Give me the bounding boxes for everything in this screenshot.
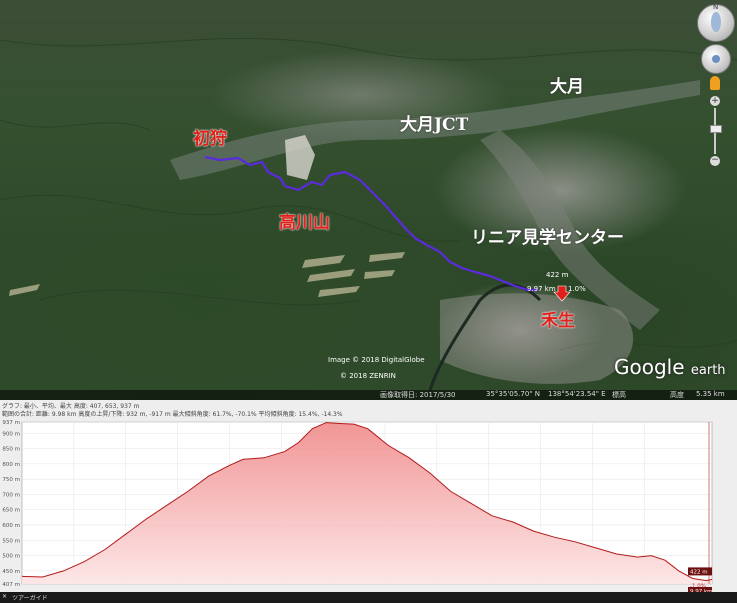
close-icon[interactable]: ✕: [2, 593, 7, 600]
map-overlay: [0, 37, 737, 391]
status-longitude: 138°54'23.54" E: [548, 390, 606, 398]
map-status-bar: 画像取得日: 2017/5/30 35°35'05.70" N 138°54'2…: [0, 390, 737, 400]
move-center-icon: [712, 55, 720, 63]
elevation-chart[interactable]: 937 m 900 m 850 m 800 m 750 m 700 m 650 m 600 m…: [0, 418, 737, 592]
y-tick-label: 850 m: [2, 447, 20, 453]
y-tick-label: 937 m: [2, 420, 20, 426]
label-hatsukari: 初狩: [193, 129, 227, 149]
y-tick-label: 500 m: [2, 554, 20, 560]
google-earth-logo: Google earth: [614, 355, 726, 379]
y-tick-label: 900 m: [2, 431, 20, 437]
profile-bottom-bar: ✕ ツアーガイド: [0, 592, 737, 603]
profile-header-range: 範囲の合計: 距離: 9.98 km 高度の上昇/下降: 932 m, -917…: [2, 411, 343, 418]
status-altitude: 5.35 km: [696, 390, 725, 398]
compass-north-letter: N: [713, 3, 719, 11]
y-tick-label: 450 m: [2, 569, 20, 575]
label-kasei: 禾生: [541, 311, 575, 331]
label-otsuki-jct: 大月JCT: [400, 115, 469, 135]
route-marker-distance: 9.97 km: [527, 285, 556, 293]
look-around-control[interactable]: N: [697, 3, 735, 42]
label-otsuki: 大月: [550, 77, 584, 97]
terraced-area: [9, 252, 405, 297]
tour-guide-label[interactable]: ツアーガイド: [12, 593, 48, 602]
status-elevation-label: 標高: [612, 391, 626, 399]
status-latitude: 35°35'05.70" N: [486, 390, 540, 398]
move-control[interactable]: [701, 44, 731, 74]
y-tick-label: 650 m: [2, 508, 20, 514]
route-marker-elevation: 422 m: [546, 271, 569, 279]
end-marker-elevation: 422 m: [690, 569, 708, 575]
y-tick-label: 700 m: [2, 492, 20, 498]
label-linear-center: リニア見学センター: [471, 228, 624, 248]
y-tick-label: 550 m: [2, 538, 20, 544]
attribution-map: © 2018 ZENRIN: [340, 372, 396, 380]
y-tick-label: 407 m: [2, 582, 20, 588]
route-marker-grade: 1.0%: [568, 285, 586, 293]
zoom-slider-thumb[interactable]: [710, 125, 722, 133]
zoom-out-button[interactable]: −: [710, 156, 720, 166]
status-imagery-date: 画像取得日: 2017/5/30: [380, 391, 456, 399]
y-tick-label: 600 m: [2, 523, 20, 529]
attribution-imagery: Image © 2018 DigitalGlobe: [328, 356, 425, 364]
status-altitude-label: 高度: [670, 391, 684, 399]
y-tick-label: 750 m: [2, 477, 20, 483]
compass-eye-icon: [711, 12, 721, 32]
street-view-pegman-icon[interactable]: [710, 76, 720, 90]
elevation-profile-panel: グラフ: 最小、平均、最大 高度: 407, 653, 937 m 範囲の合計:…: [0, 400, 737, 603]
label-takagawasan: 高川山: [279, 213, 330, 233]
y-tick-label: 800 m: [2, 462, 20, 468]
satellite-map[interactable]: 初狩 大月JCT 大月 高川山 リニア見学センター 禾生 422 m 9.97 …: [0, 0, 737, 400]
zoom-in-button[interactable]: +: [710, 96, 720, 106]
